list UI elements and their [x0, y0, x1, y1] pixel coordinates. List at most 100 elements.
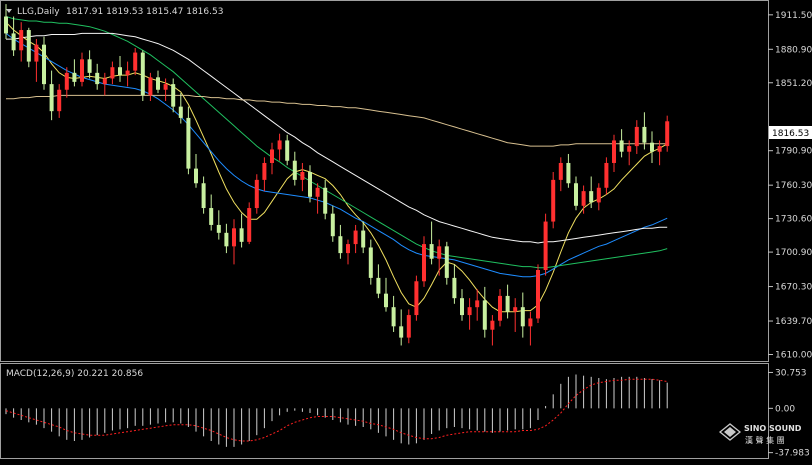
candle-body: [194, 168, 198, 184]
candle-body: [102, 78, 107, 85]
candle-body: [148, 77, 153, 96]
candle-body: [87, 59, 92, 73]
candle-body: [209, 208, 214, 225]
candle-body: [254, 179, 259, 209]
candle-body: [292, 160, 297, 180]
price-tick-label: 1760.30: [775, 181, 812, 191]
price-tick-label: 1911.50: [775, 11, 812, 21]
candle-body: [156, 77, 160, 90]
candle-body: [574, 183, 578, 206]
candle-body: [338, 236, 343, 254]
candle-body: [460, 298, 464, 316]
macd-tick-label: 30.753: [775, 368, 807, 378]
candle-body: [72, 72, 77, 82]
candle-body: [262, 162, 267, 180]
candle-body: [239, 228, 244, 242]
candle-body: [11, 33, 16, 51]
candle-body: [429, 244, 434, 259]
candle-body: [277, 140, 282, 150]
candle-body: [140, 52, 145, 96]
candle-body: [490, 320, 495, 330]
price-tick-label: 1639.70: [775, 317, 812, 327]
candle-body: [19, 30, 24, 51]
candle-body: [444, 246, 449, 278]
trading-chart: 1911.50 1880.90 1851.20 1790.90 1760.30 1730.…: [0, 0, 812, 459]
candle-body: [604, 162, 609, 188]
symbol-label: LLG,Daily: [17, 7, 60, 17]
candle-body: [346, 244, 350, 254]
candle-body: [619, 140, 624, 152]
candle-body: [95, 72, 100, 85]
macd-tick-label: 0.00: [775, 404, 795, 414]
logo-chinese-text: 漢 聲 集 團: [745, 435, 785, 445]
candle-body: [475, 300, 480, 308]
candle-body: [399, 326, 404, 338]
macd-label: MACD(12,26,9) 20.221 20.856: [6, 369, 143, 379]
candle-body: [437, 246, 442, 259]
candle-body: [551, 179, 556, 222]
candle-body: [64, 72, 69, 90]
macd-tick-label: -37.983: [775, 449, 810, 459]
price-tick-label: 1790.90: [775, 147, 812, 157]
candle-body: [171, 84, 176, 107]
candle-body: [285, 140, 290, 161]
candle-body: [376, 277, 381, 294]
price-tick-label: 1730.60: [775, 215, 812, 225]
candle-body: [42, 44, 46, 85]
candle-body: [482, 300, 487, 330]
candle-body: [422, 244, 426, 282]
candle-body: [34, 44, 39, 62]
main-panel-frame: [0, 0, 769, 362]
candle-body: [270, 149, 274, 163]
candle-body: [300, 171, 305, 180]
candle-body: [308, 171, 312, 197]
candle-body: [201, 183, 206, 209]
candle-body: [543, 221, 548, 270]
candle-body: [224, 232, 229, 247]
candle-body: [467, 307, 472, 316]
chart-root: 1911.50 1880.90 1851.20 1790.90 1760.30 1730.…: [0, 0, 812, 461]
candle-body: [368, 247, 373, 278]
candle-body: [216, 224, 221, 233]
price-tick-label: 1610.00: [775, 350, 812, 360]
price-tick-label: 1700.90: [775, 248, 812, 258]
candle-body: [232, 228, 236, 247]
price-tick-label: 1851.20: [775, 79, 812, 89]
candle-body: [125, 70, 130, 76]
logo-brand-text: SINO SOUND: [744, 424, 802, 433]
candle-body: [528, 318, 533, 327]
candle-body: [520, 307, 525, 327]
candle-body: [589, 191, 594, 203]
candle-body: [330, 213, 335, 237]
candle-body: [505, 295, 510, 312]
candle-body: [361, 230, 366, 248]
candle-body: [536, 270, 540, 319]
candle-body: [80, 59, 84, 82]
price-tick-label: 1880.90: [775, 45, 812, 55]
price-axis: 1911.50 1880.90 1851.20 1790.90 1760.30 1730.…: [768, 11, 812, 360]
candle-body: [57, 89, 62, 112]
candle-body: [665, 121, 670, 147]
candle-body: [178, 106, 183, 118]
candle-body: [612, 140, 616, 163]
candle-body: [186, 117, 191, 169]
candle-body: [247, 208, 252, 242]
candle-body: [642, 126, 647, 143]
candle-body: [391, 307, 396, 327]
candle-body: [513, 307, 518, 312]
candle-body: [627, 146, 632, 152]
candle-body: [384, 293, 388, 308]
candle-body: [650, 142, 654, 152]
candle-body: [452, 277, 457, 299]
price-tick-label: 1670.30: [775, 283, 812, 293]
candle-body: [118, 67, 122, 76]
candle-body: [406, 315, 411, 338]
ohlc-values: 1817.91 1819.53 1815.47 1816.53: [66, 7, 223, 17]
candle-body: [414, 281, 419, 316]
candle-body: [323, 187, 328, 214]
candle-body: [581, 191, 586, 206]
candle-body: [498, 295, 502, 321]
candle-body: [634, 126, 639, 147]
candle-body: [133, 52, 138, 71]
candle-body: [315, 187, 320, 197]
